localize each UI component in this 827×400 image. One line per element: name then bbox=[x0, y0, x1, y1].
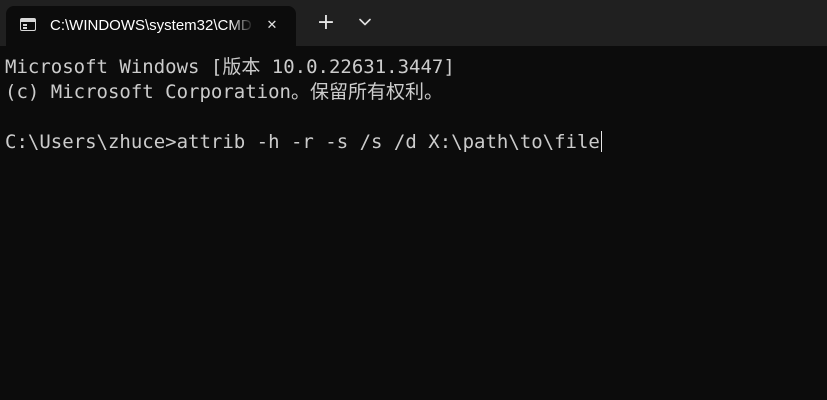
close-tab-button[interactable]: ✕ bbox=[262, 16, 282, 36]
new-tab-button[interactable]: + bbox=[312, 10, 340, 38]
command-input[interactable]: attrib -h -r -s /s /d X:\path\to\file bbox=[177, 131, 600, 153]
prompt: C:\Users\zhuce> bbox=[5, 131, 177, 153]
output-line-blank bbox=[5, 105, 821, 130]
output-line-version: Microsoft Windows [版本 10.0.22631.3447] bbox=[5, 56, 455, 78]
text-cursor bbox=[600, 131, 603, 152]
tab-bar: C:\WINDOWS\system32\CMD ✕ + bbox=[0, 0, 827, 46]
terminal-window: C:\WINDOWS\system32\CMD ✕ + Microsoft Wi… bbox=[0, 0, 827, 400]
output-line-copyright: (c) Microsoft Corporation。保留所有权利。 bbox=[5, 81, 443, 103]
terminal-icon bbox=[20, 18, 36, 31]
chevron-down-icon bbox=[359, 18, 371, 26]
tab-dropdown-button[interactable] bbox=[352, 12, 378, 36]
tab-title: C:\WINDOWS\system32\CMD bbox=[50, 17, 252, 34]
terminal-output[interactable]: Microsoft Windows [版本 10.0.22631.3447] (… bbox=[5, 55, 821, 395]
tab-cmd[interactable]: C:\WINDOWS\system32\CMD ✕ bbox=[6, 6, 296, 46]
command-line[interactable]: C:\Users\zhuce>attrib -h -r -s /s /d X:\… bbox=[5, 130, 821, 155]
